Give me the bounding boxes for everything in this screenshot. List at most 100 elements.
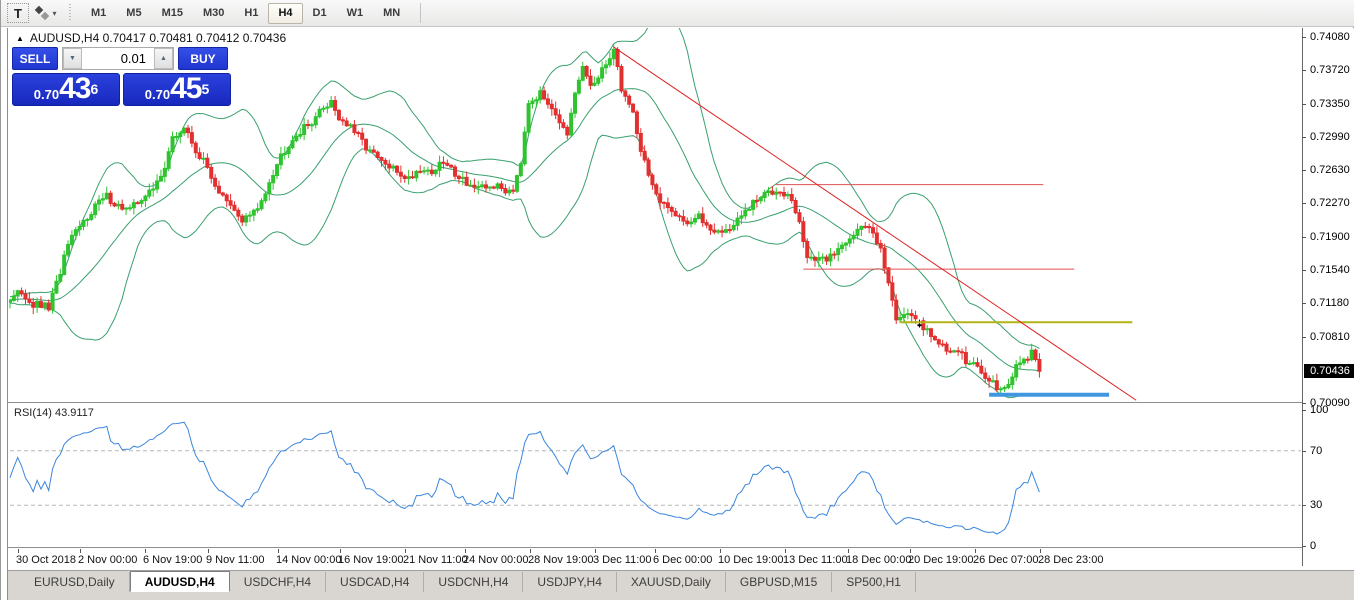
price-axis-tick: [1302, 336, 1306, 338]
buy-price-panel[interactable]: 0.70 45 5: [123, 73, 231, 106]
chart-ohlc-text: AUDUSD,H4 0.70417 0.70481 0.70412 0.7043…: [29, 31, 287, 45]
price-axis-label: 0.71180: [1310, 297, 1349, 309]
rsi-axis-tick: [1302, 505, 1306, 507]
sell-price-sup: 6: [90, 81, 99, 97]
timeframe-button-h4[interactable]: H4: [268, 2, 303, 24]
sell-price-big: 43: [59, 72, 91, 105]
price-axis-label: 0.72990: [1310, 130, 1350, 143]
time-axis-tick: [910, 549, 911, 553]
volume-decrease-button[interactable]: ▼: [63, 48, 82, 69]
price-axis-label: 0.73350: [1310, 97, 1350, 110]
price-axis-tick: [1302, 136, 1306, 138]
time-axis-label: 16 Nov 19:00: [338, 554, 404, 566]
timeframe-button-w1[interactable]: W1: [337, 3, 374, 24]
time-axis-tick: [145, 549, 146, 553]
rsi-line: [9, 421, 1040, 535]
toolbar-drag-handle[interactable]: [69, 4, 74, 22]
time-axis-tick: [785, 549, 786, 553]
price-axis-label: 0.71540: [1310, 263, 1350, 276]
time-axis-label: 30 Oct 2018: [16, 554, 76, 566]
price-axis-tick: [1302, 269, 1306, 271]
time-axis-tick: [975, 549, 976, 553]
collapse-triangle-icon[interactable]: ▲: [16, 34, 24, 43]
current-price-badge: 0.70436: [1304, 364, 1354, 379]
chart-tab-audusd-h4[interactable]: AUDUSD,H4: [129, 571, 230, 592]
bottom-strip: [8, 592, 1354, 600]
price-axis-label: 0.71900: [1310, 230, 1350, 243]
volume-increase-button[interactable]: ▲: [154, 48, 173, 69]
price-axis-tick: [1302, 37, 1306, 38]
time-axis-tick: [530, 549, 531, 553]
time-axis-label: 20 Dec 19:00: [908, 554, 974, 566]
time-axis-label: 24 Nov 00:00: [463, 554, 529, 566]
volume-stepper: ▼ ▲: [62, 47, 174, 70]
timeframe-button-m15[interactable]: M15: [152, 3, 193, 24]
price-axis-line: [1302, 28, 1303, 566]
buy-price-prefix: 0.70: [144, 87, 171, 102]
time-axis-tick: [80, 549, 81, 553]
chart-tab-usdcad-h4[interactable]: USDCAD,H4: [326, 572, 425, 592]
time-axis-tick: [595, 549, 596, 553]
time-axis-label: 6 Dec 00:00: [653, 554, 713, 566]
volume-input[interactable]: [82, 48, 154, 69]
time-axis-label: 21 Nov 11:00: [403, 554, 468, 566]
sell-button[interactable]: SELL: [12, 47, 58, 70]
arrows-tool-button[interactable]: ▾: [35, 3, 57, 23]
chart-tab-xauusd-daily[interactable]: XAUUSD,Daily: [617, 572, 726, 592]
buy-button[interactable]: BUY: [178, 47, 228, 70]
time-axis[interactable]: 30 Oct 2018 2 Nov 00:00 6 Nov 19:00 9 Nov 1…: [8, 549, 1302, 567]
rsi-indicator-plot[interactable]: [9, 404, 1302, 548]
rsi-axis-tick: [1302, 546, 1306, 547]
chart-tab-bar: EURUSD,Daily AUDUSD,H4 USDCHF,H4 USDCAD,H4 U…: [8, 570, 1354, 592]
chart-tab-sp500-h1[interactable]: SP500,H1: [832, 572, 916, 592]
mt4-window: T ▾ M1 M5 M15 M30 H1 H4 D1 W1 MN ▲ AUDUSD,H4 0.7…: [0, 0, 1354, 600]
chart-tab-eurusd-daily[interactable]: EURUSD,Daily: [20, 572, 130, 592]
rsi-indicator-label: RSI(14) 43.9117: [14, 407, 94, 419]
time-axis-label: 28 Dec 23:00: [1038, 554, 1104, 566]
chart-tab-usdcnh-h4[interactable]: USDCNH,H4: [424, 572, 524, 592]
time-axis-tick: [465, 549, 466, 553]
time-axis-label: 2 Nov 00:00: [78, 554, 138, 566]
text-tool-icon: T: [14, 5, 22, 21]
timeframe-button-m1[interactable]: M1: [81, 3, 116, 24]
chart-header: ▲ AUDUSD,H4 0.70417 0.70481 0.70412 0.70…: [16, 31, 286, 45]
text-tool-button[interactable]: T: [7, 3, 29, 23]
price-axis-label: 0.72630: [1310, 164, 1350, 176]
rsi-axis-tick: [1302, 410, 1306, 411]
one-click-trading-panel: SELL ▼ ▲ BUY 0.70 43 6 0.70: [12, 47, 234, 106]
toolbar-separator: [420, 3, 422, 23]
time-axis-tick: [848, 549, 849, 553]
price-axis-label: 0.73720: [1310, 64, 1350, 77]
chart-tab-usdjpy-h4[interactable]: USDJPY,H4: [523, 572, 617, 592]
price-axis-tick: [1302, 203, 1306, 205]
time-axis-tick: [655, 549, 656, 553]
price-axis-label: 0.74080: [1310, 31, 1350, 43]
up-caret-icon: ▲: [160, 55, 167, 62]
chart-tab-usdchf-h4[interactable]: USDCHF,H4: [230, 572, 327, 592]
buy-price-sup: 5: [201, 81, 210, 97]
chart-window: ▲ AUDUSD,H4 0.70417 0.70481 0.70412 0.70…: [7, 28, 1354, 600]
time-axis-label: 13 Dec 11:00: [783, 554, 848, 566]
rsi-axis-label: 70: [1310, 444, 1323, 457]
time-axis-label: 26 Dec 07:00: [973, 554, 1039, 566]
timeframe-button-d1[interactable]: D1: [303, 3, 337, 24]
panel-separator: [8, 547, 1302, 549]
time-axis-tick: [278, 549, 279, 553]
down-caret-icon: ▼: [69, 55, 76, 62]
timeframe-button-h1[interactable]: H1: [234, 3, 268, 24]
time-axis-tick: [720, 549, 721, 553]
timeframe-button-m30[interactable]: M30: [193, 3, 234, 24]
sell-price-prefix: 0.70: [33, 87, 60, 102]
panel-separator[interactable]: [8, 402, 1302, 404]
timeframe-button-m5[interactable]: M5: [116, 3, 151, 24]
rsi-axis-tick: [1302, 450, 1306, 452]
chart-tab-gbpusd-m15[interactable]: GBPUSD,M15: [726, 572, 833, 592]
price-axis-tick: [1302, 103, 1306, 105]
time-axis-tick: [340, 549, 341, 553]
timeframe-toolbar: M1 M5 M15 M30 H1 H4 D1 W1 MN: [81, 2, 410, 24]
time-axis-label: 14 Nov 00:00: [276, 554, 342, 566]
price-axis-tick: [1302, 236, 1306, 238]
timeframe-button-mn[interactable]: MN: [373, 3, 410, 24]
rsi-axis-label: 0: [1310, 540, 1317, 552]
sell-price-panel[interactable]: 0.70 43 6: [12, 73, 120, 106]
